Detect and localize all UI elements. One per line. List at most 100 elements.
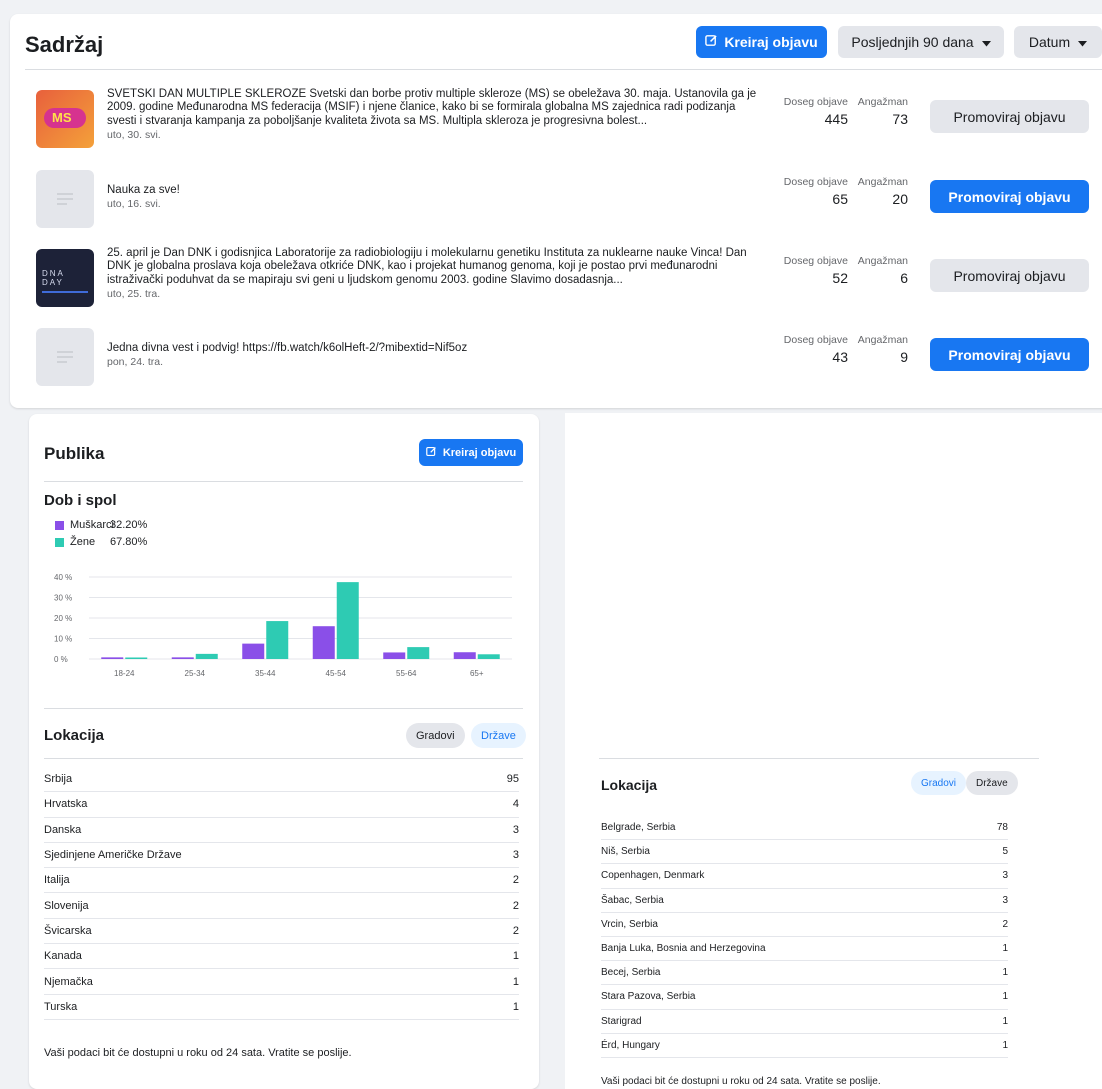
location-name: Sjedinjene Američke Države [44,849,182,862]
y-tick-label: 30 % [54,594,72,603]
create-post-button[interactable]: Kreiraj objavu [696,26,827,58]
promote-post-button[interactable]: Promoviraj objavu [930,180,1089,213]
post-row[interactable]: Jedna divna vest i podvig! https://fb.wa… [36,326,1102,390]
engagement-metric: Angažman 73 [854,96,908,127]
bar-women[interactable] [195,653,218,659]
reach-label: Doseg objave [783,96,848,108]
engagement-label: Angažman [857,176,908,188]
reach-label: Doseg objave [783,334,848,346]
bar-men[interactable] [171,657,194,659]
x-tick-label: 25-34 [185,669,206,678]
y-tick-label: 20 % [54,614,72,623]
toggle-cities[interactable]: Gradovi [406,723,465,748]
post-thumbnail[interactable]: MS [36,90,94,148]
legend-percent: 67.80% [110,536,148,548]
location-row: Érd, Hungary 1 [601,1034,1008,1058]
location-row: Niš, Serbia 5 [601,840,1008,865]
location-count: 1 [1002,1015,1008,1027]
post-text: 25. april je Dan DNK i godisnjica Labora… [107,247,747,286]
post-date: uto, 25. tra. [107,288,161,301]
location-name: Šabac, Serbia [601,894,664,906]
location-name: Italija [44,874,70,887]
location-count: 3 [512,849,519,862]
panel-divider [599,758,1039,759]
date-range-dropdown[interactable]: Posljednjih 90 dana [838,26,1004,58]
create-post-label: Kreiraj objavu [724,34,818,50]
legend-label: Žene [70,536,96,548]
post-row[interactable]: MS SVETSKI DAN MULTIPLE SKLEROZE Svetski… [36,88,1102,152]
post-thumbnail-placeholder[interactable] [36,170,94,228]
location-name: Kanada [44,950,82,963]
post-thumbnail-placeholder[interactable] [36,328,94,386]
post-row[interactable]: Nauka za sve! uto, 16. svi. Doseg objave… [36,168,1102,232]
location-row: Švicarska 2 [44,919,519,945]
post-text: SVETSKI DAN MULTIPLE SKLEROZE Svetski da… [107,88,757,127]
reach-value: 43 [832,349,848,365]
toggle-cities[interactable]: Gradovi [911,771,967,795]
bar-women[interactable] [477,654,500,659]
bar-women[interactable] [407,647,430,659]
create-post-button[interactable]: Kreiraj objavu [419,439,523,466]
location-count: 5 [1002,846,1008,858]
legend-women: Žene 67.80% [55,536,147,548]
edit-icon [705,34,718,50]
location-name: Hrvatska [44,798,88,811]
reach-value: 52 [832,270,848,286]
city-list: Belgrade, Serbia 78 Niš, Serbia 5 Copenhagen… [601,816,1008,1058]
reach-label: Doseg objave [783,176,848,188]
bar-women[interactable] [125,657,148,660]
location-row: Stara Pazova, Serbia 1 [601,985,1008,1010]
header-divider [25,69,1102,70]
x-tick-label: 55-64 [396,669,417,678]
location-row: Starigrad 1 [601,1010,1008,1034]
promote-post-button[interactable]: Promoviraj objavu [930,259,1089,292]
x-tick-label: 45-54 [326,669,347,678]
bar-men[interactable] [312,626,335,659]
location-name: Banja Luka, Bosnia and Herzegovina [601,943,766,955]
post-text: Nauka za sve! [107,184,180,196]
x-tick-label: 65+ [470,669,484,678]
location-title: Lokacija [44,727,105,744]
content-title: Sadržaj [25,32,104,57]
post-body[interactable]: 25. april je Dan DNK i godisnjica Labora… [107,247,767,302]
toggle-countries[interactable]: Države [966,771,1018,795]
promote-post-button[interactable]: Promoviraj objavu [930,338,1089,371]
location-row: Banja Luka, Bosnia and Herzegovina 1 [601,937,1008,962]
thumbnail-logo-text: DNA DAY [42,269,65,287]
y-tick-label: 40 % [54,573,72,582]
bar-men[interactable] [101,657,124,659]
country-list: Srbija 95 Hrvatska 4 Danska 3 Sjedinjene Ameri… [44,767,519,1020]
reach-metric: Doseg objave 52 [776,255,848,286]
post-body[interactable]: SVETSKI DAN MULTIPLE SKLEROZE Svetski da… [107,88,767,143]
age-gender-title: Dob i spol [44,492,117,509]
bar-men[interactable] [453,652,476,659]
bar-men[interactable] [242,643,265,659]
location-row: Copenhagen, Denmark 3 [601,864,1008,889]
location-name: Niš, Serbia [601,846,650,858]
caret-down-icon [981,34,991,50]
location-name: Srbija [44,773,73,786]
location-row: Hrvatska 4 [44,792,519,818]
location-name: Belgrade, Serbia [601,822,676,834]
post-body[interactable]: Jedna divna vest i podvig! https://fb.wa… [107,342,767,370]
toggle-countries[interactable]: Države [471,723,526,748]
create-post-label: Kreiraj objavu [442,446,517,459]
post-thumbnail[interactable]: DNA DAY [36,249,94,307]
text-post-icon [57,193,73,208]
engagement-metric: Angažman 6 [854,255,908,286]
audience-title: Publika [44,444,105,463]
location-row: Italija 2 [44,868,519,894]
sort-dropdown[interactable]: Datum [1014,26,1102,58]
post-row[interactable]: DNA DAY 25. april je Dan DNK i godisnjic… [36,247,1102,311]
post-body[interactable]: Nauka za sve! uto, 16. svi. [107,184,767,212]
location-count: 1 [1002,943,1008,955]
sort-label: Datum [1028,34,1071,50]
promote-post-button[interactable]: Promoviraj objavu [930,100,1089,133]
location-name: Copenhagen, Denmark [601,870,705,882]
bar-men[interactable] [383,652,406,659]
location-name: Vrcin, Serbia [601,918,658,930]
legend-percent: 32.20% [110,519,148,531]
bar-women[interactable] [266,621,289,659]
bar-women[interactable] [336,582,359,659]
location-name: Danska [44,823,82,836]
